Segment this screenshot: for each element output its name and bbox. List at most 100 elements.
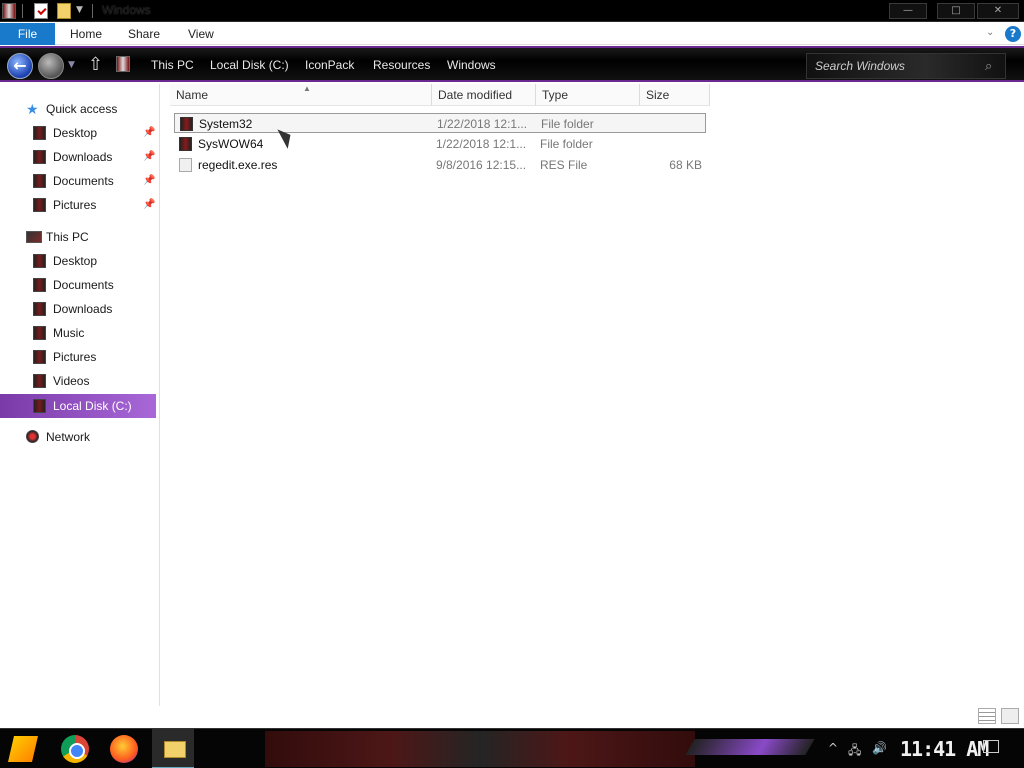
downloads-icon (33, 150, 46, 164)
nav-label: This PC (46, 230, 89, 244)
separator (22, 4, 23, 18)
column-header-name[interactable]: Name ▲ (170, 84, 432, 106)
pictures-icon (33, 350, 46, 364)
firefox-icon[interactable] (110, 735, 138, 763)
breadcrumb-local-disk[interactable]: Local Disk (C:) (210, 58, 289, 72)
start-icon[interactable] (8, 736, 38, 762)
documents-icon (33, 174, 46, 188)
column-header-type[interactable]: Type (536, 84, 640, 106)
details-view-icon[interactable] (978, 708, 996, 724)
breadcrumb-iconpack[interactable]: IconPack (305, 58, 354, 72)
expand-ribbon-chevron-icon[interactable]: ⌄ (986, 27, 994, 38)
customize-quick-access-dropdown[interactable]: ▼ (76, 5, 83, 15)
file-row-syswow64[interactable]: SysWOW64 1/22/2018 12:1... File folder (174, 134, 706, 154)
nav-label: Local Disk (C:) (53, 399, 132, 413)
maximize-button[interactable]: □ (937, 3, 975, 19)
file-row-regedit[interactable]: regedit.exe.res 9/8/2016 12:15... RES Fi… (174, 155, 706, 175)
nav-label: Videos (53, 374, 90, 388)
close-button[interactable]: ✕ (977, 3, 1019, 19)
videos-icon (33, 374, 46, 388)
column-label: Name (176, 88, 209, 102)
window-title: Windows (102, 3, 151, 17)
network-icon (26, 430, 39, 443)
nav-label: Quick access (46, 102, 118, 116)
desktop-icon (33, 254, 46, 268)
breadcrumb-windows[interactable]: Windows (447, 58, 496, 72)
nav-label: Documents (53, 278, 114, 292)
file-explorer-window: ▼ Windows — □ ✕ File Home Share View ⌄ ?… (0, 0, 1024, 768)
chrome-icon[interactable] (61, 735, 89, 763)
nav-label: Downloads (53, 150, 113, 164)
file-name: SysWOW64 (198, 137, 264, 151)
network-tray-icon[interactable]: 🖧 (848, 741, 861, 762)
nav-label: Pictures (53, 350, 97, 364)
file-icon (179, 158, 192, 172)
file-type: File folder (540, 137, 593, 151)
column-header-date-modified[interactable]: Date modified (432, 84, 536, 106)
nav-label: Network (46, 430, 91, 444)
pin-icon[interactable]: 📌 (143, 170, 155, 192)
forward-button[interactable] (38, 53, 64, 79)
column-header-size[interactable]: Size (640, 84, 710, 106)
new-folder-icon[interactable] (57, 3, 71, 19)
location-icon (116, 56, 130, 72)
search-input[interactable]: Search Windows ⌕ (806, 53, 1006, 79)
tab-share[interactable]: Share (128, 23, 160, 45)
file-list: Name ▲ Date modified Type Size System32 … (162, 84, 1024, 706)
breadcrumb-this-pc[interactable]: This PC (151, 58, 194, 72)
pin-icon[interactable]: 📌 (143, 194, 155, 216)
desktop-icon (33, 126, 46, 140)
drive-icon (33, 399, 46, 413)
nav-label: Documents (53, 174, 114, 188)
tab-file[interactable]: File (0, 23, 55, 45)
help-icon[interactable]: ? (1005, 26, 1021, 42)
taskbar: ^ 🖧 🔊 11:41 AM (0, 728, 1024, 768)
pictures-icon (33, 198, 46, 212)
star-icon: ★ (26, 101, 39, 117)
app-icon[interactable] (2, 3, 16, 19)
large-icons-view-icon[interactable] (1001, 708, 1019, 724)
file-explorer-icon[interactable] (152, 729, 194, 768)
file-name: System32 (199, 117, 253, 131)
sort-ascending-icon: ▲ (303, 84, 311, 93)
file-row-system32[interactable]: System32 1/22/2018 12:1... File folder (174, 113, 706, 133)
separator (92, 4, 93, 18)
file-size: 68 KB (669, 158, 702, 172)
navigation-pane: ★ Quick access Desktop 📌 Downloads 📌 Doc… (0, 84, 160, 706)
file-type: File folder (541, 117, 594, 131)
volume-icon[interactable]: 🔊 (872, 741, 887, 755)
properties-icon[interactable] (34, 3, 48, 19)
minimize-button[interactable]: — (889, 3, 927, 19)
taskbar-decoration (265, 731, 695, 767)
music-icon (33, 326, 46, 340)
downloads-icon (33, 302, 46, 316)
search-placeholder: Search Windows (815, 59, 905, 73)
nav-label: Downloads (53, 302, 113, 316)
file-name: regedit.exe.res (198, 158, 278, 172)
show-hidden-icons-chevron-icon[interactable]: ^ (828, 741, 838, 755)
nav-label: Desktop (53, 254, 98, 268)
up-arrow-icon[interactable]: ⇧ (88, 54, 103, 75)
file-type: RES File (540, 158, 588, 172)
clock[interactable]: 11:41 AM (900, 737, 989, 761)
tab-view[interactable]: View (188, 23, 214, 45)
tab-home[interactable]: Home (70, 23, 102, 45)
recent-locations-dropdown[interactable]: ▼ (68, 60, 75, 70)
pin-icon[interactable]: 📌 (143, 146, 155, 168)
nav-local-disk-selected[interactable]: Local Disk (C:) (0, 394, 156, 418)
computer-icon (26, 231, 42, 243)
breadcrumb-resources[interactable]: Resources (373, 58, 430, 72)
back-button[interactable]: ← (7, 53, 33, 79)
address-bar: ← ▼ ⇧ This PC Local Disk (C:) IconPack R… (0, 46, 1024, 82)
ribbon-tabs: File Home Share View ⌄ ? (0, 23, 1024, 45)
file-date: 1/22/2018 12:1... (436, 137, 527, 151)
search-icon[interactable]: ⌕ (985, 59, 992, 74)
nav-label: Pictures (53, 198, 97, 212)
folder-icon (180, 117, 193, 131)
notification-center-icon[interactable] (983, 740, 999, 753)
status-bar (0, 706, 1024, 728)
folder-icon (179, 137, 192, 151)
documents-icon (33, 278, 46, 292)
taskbar-decoration (685, 739, 815, 755)
pin-icon[interactable]: 📌 (143, 122, 155, 144)
